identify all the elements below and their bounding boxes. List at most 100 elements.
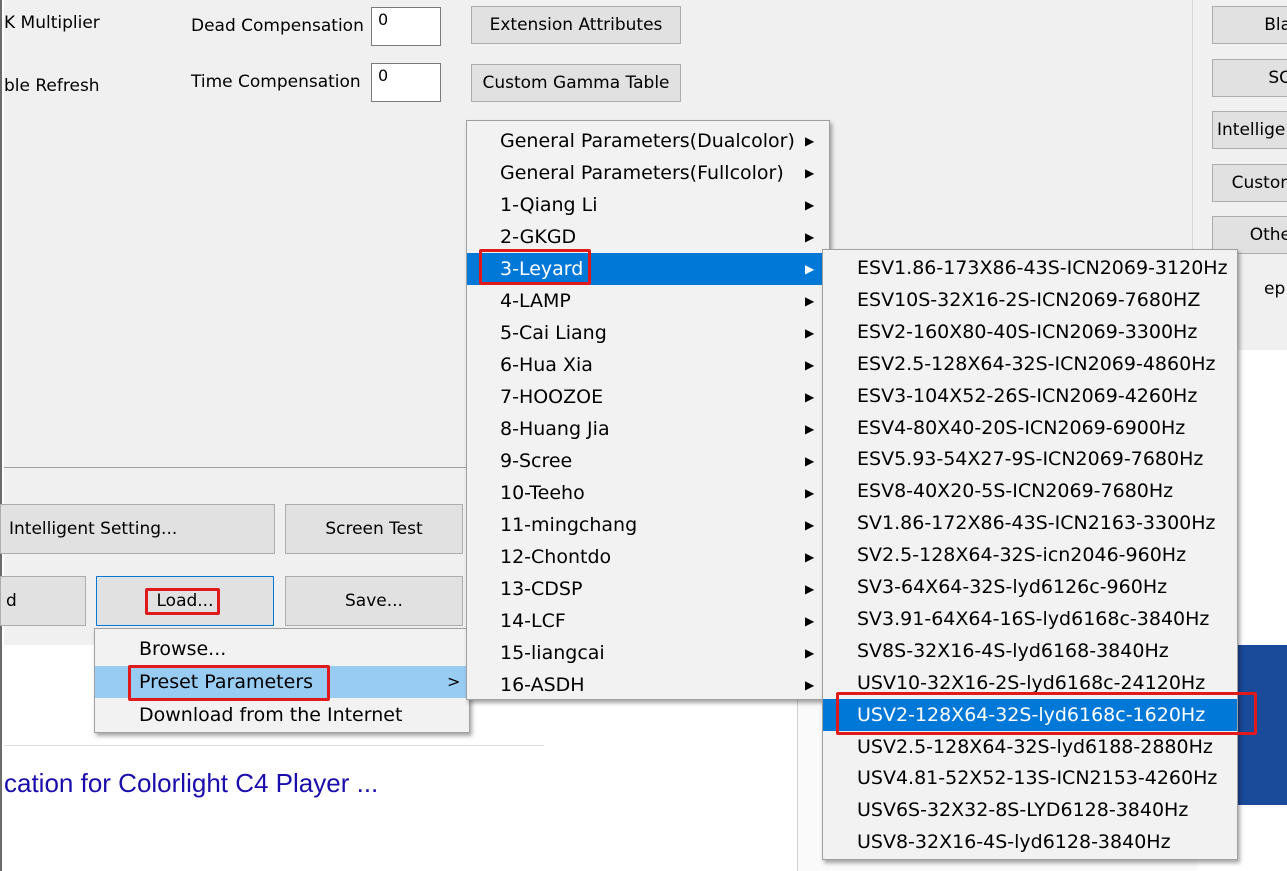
- preset-menu-item[interactable]: 16-ASDH ▶: [467, 669, 829, 701]
- submenu-arrow-icon: ▶: [805, 326, 815, 340]
- custom-gamma-table-button[interactable]: Custom Gamma Table: [471, 64, 681, 102]
- menu-item-label: ESV2.5-128X64-32S-ICN2069-4860Hz: [857, 352, 1216, 375]
- preset-menu-item[interactable]: 2-GKGD ▶: [467, 221, 829, 253]
- preset-parameters-menu: General Parameters(Dualcolor) ▶ General Pa…: [466, 120, 830, 700]
- menu-item-label: USV8-32X16-4S-lyd6128-3840Hz: [857, 831, 1171, 854]
- submenu-arrow-icon: ▶: [805, 198, 815, 212]
- time-compensation-input[interactable]: 0: [371, 63, 441, 102]
- leyard-menu-item[interactable]: ESV1.86-173X86-43S-ICN2069-3120Hz: [823, 252, 1237, 284]
- menu-item-label: 3-Leyard: [500, 258, 584, 280]
- refresh-label: ble Refresh: [4, 76, 100, 96]
- preset-menu-item[interactable]: 11-mingchang ▶: [467, 509, 829, 541]
- preset-menu-item[interactable]: 6-Hua Xia ▶: [467, 349, 829, 381]
- menu-item-label: Download from the Internet: [139, 704, 403, 726]
- preset-menu-item[interactable]: 1-Qiang Li ▶: [467, 189, 829, 221]
- preset-menu-item[interactable]: 4-LAMP ▶: [467, 285, 829, 317]
- menu-item-label: 2-GKGD: [500, 226, 577, 248]
- menu-item-label: ESV3-104X52-26S-ICN2069-4260Hz: [857, 384, 1198, 407]
- submenu-arrow-icon: ▶: [805, 614, 815, 628]
- chevron-right-icon: >: [447, 672, 461, 691]
- submenu-arrow-icon: ▶: [805, 550, 815, 564]
- menu-item-label: 10-Teeho: [500, 482, 585, 504]
- preset-menu-item[interactable]: 10-Teeho ▶: [467, 477, 829, 509]
- leyard-menu-item[interactable]: ESV5.93-54X27-9S-ICN2069-7680Hz: [823, 443, 1237, 475]
- right-button-custom[interactable]: Custon: [1212, 164, 1287, 202]
- menu-item-preset-parameters[interactable]: Preset Parameters >: [95, 666, 469, 698]
- leyard-submenu: ESV1.86-173X86-43S-ICN2069-3120Hz ESV10S-…: [822, 249, 1238, 860]
- menu-item-label: General Parameters(Fullcolor): [500, 162, 784, 184]
- menu-item-label: 1-Qiang Li: [500, 194, 598, 216]
- menu-item-label: SV3-64X64-32S-lyd6126c-960Hz: [857, 576, 1168, 598]
- leyard-menu-item[interactable]: SV8S-32X16-4S-lyd6168-3840Hz: [823, 635, 1237, 667]
- submenu-arrow-icon: ▶: [805, 486, 815, 500]
- menu-item-label: SV8S-32X16-4S-lyd6168-3840Hz: [857, 639, 1169, 662]
- leyard-menu-item[interactable]: ESV3-104X52-26S-ICN2069-4260Hz: [823, 380, 1237, 412]
- menu-item-label: 8-Huang Jia: [500, 418, 610, 440]
- submenu-arrow-icon: ▶: [805, 454, 815, 468]
- load-menu: Browse... Preset Parameters > Download f…: [94, 628, 470, 733]
- right-button-1[interactable]: Bla: [1212, 6, 1287, 44]
- menu-item-label: ESV8-40X20-5S-ICN2069-7680Hz: [857, 480, 1174, 503]
- screen-test-button[interactable]: Screen Test: [285, 504, 463, 554]
- menu-item-label: SV1.86-172X86-43S-ICN2163-3300Hz: [857, 512, 1216, 535]
- leyard-menu-item[interactable]: USV8-32X16-4S-lyd6128-3840Hz: [823, 826, 1237, 858]
- preset-menu-item[interactable]: 14-LCF ▶: [467, 605, 829, 637]
- submenu-arrow-icon: ▶: [805, 646, 815, 660]
- right-button-2[interactable]: SC: [1212, 59, 1287, 97]
- leyard-menu-item[interactable]: USV2.5-128X64-32S-lyd6188-2880Hz: [823, 731, 1237, 763]
- preset-menu-item[interactable]: 15-liangcai ▶: [467, 637, 829, 669]
- submenu-arrow-icon: ▶: [805, 582, 815, 596]
- menu-item-label: 16-ASDH: [500, 674, 585, 696]
- dead-compensation-label: Dead Compensation: [191, 16, 364, 36]
- extension-attributes-button[interactable]: Extension Attributes: [471, 6, 681, 44]
- leyard-menu-item[interactable]: ESV2-160X80-40S-ICN2069-3300Hz: [823, 316, 1237, 348]
- menu-item-label: Browse...: [139, 638, 227, 660]
- menu-item-label: ESV4-80X40-20S-ICN2069-6900Hz: [857, 416, 1186, 439]
- menu-item-label: USV6S-32X32-8S-LYD6128-3840Hz: [857, 799, 1189, 822]
- leyard-menu-item[interactable]: ESV4-80X40-20S-ICN2069-6900Hz: [823, 412, 1237, 444]
- menu-item-label: 9-Scree: [500, 450, 573, 472]
- leyard-menu-item[interactable]: SV3-64X64-32S-lyd6126c-960Hz: [823, 571, 1237, 603]
- leyard-menu-item[interactable]: ESV10S-32X16-2S-ICN2069-7680HZ: [823, 284, 1237, 316]
- load-button[interactable]: Load...: [96, 576, 274, 626]
- preset-menu-item[interactable]: 13-CDSP ▶: [467, 573, 829, 605]
- preset-menu-item[interactable]: 3-Leyard ▶: [467, 253, 829, 285]
- preset-menu-item[interactable]: 8-Huang Jia ▶: [467, 413, 829, 445]
- menu-item-label: 6-Hua Xia: [500, 354, 593, 376]
- leyard-menu-item[interactable]: USV10-32X16-2S-lyd6168c-24120Hz: [823, 667, 1237, 699]
- leyard-menu-item[interactable]: ESV2.5-128X64-32S-ICN2069-4860Hz: [823, 348, 1237, 380]
- submenu-arrow-icon: ▶: [805, 262, 815, 276]
- menu-item-label: USV10-32X16-2S-lyd6168c-24120Hz: [857, 671, 1206, 694]
- leyard-menu-item[interactable]: USV4.81-52X52-13S-ICN2153-4260Hz: [823, 762, 1237, 794]
- submenu-arrow-icon: ▶: [805, 358, 815, 372]
- intelligent-setting-button[interactable]: Intelligent Setting...: [0, 504, 275, 554]
- dead-compensation-input[interactable]: 0: [371, 7, 441, 46]
- leyard-menu-item[interactable]: ESV8-40X20-5S-ICN2069-7680Hz: [823, 475, 1237, 507]
- save-button[interactable]: Save...: [285, 576, 463, 626]
- time-compensation-label: Time Compensation: [191, 72, 361, 92]
- leyard-menu-item[interactable]: SV2.5-128X64-32S-icn2046-960Hz: [823, 539, 1237, 571]
- leyard-menu-item[interactable]: SV3.91-64X64-16S-lyd6168c-3840Hz: [823, 603, 1237, 635]
- submenu-arrow-icon: ▶: [805, 166, 815, 180]
- multiplier-label: K Multiplier: [4, 13, 100, 33]
- menu-item-label: ESV1.86-173X86-43S-ICN2069-3120Hz: [857, 257, 1228, 279]
- menu-item-label: 15-liangcai: [500, 642, 605, 664]
- leyard-menu-item[interactable]: USV6S-32X32-8S-LYD6128-3840Hz: [823, 794, 1237, 826]
- group-separator: [4, 467, 469, 468]
- leyard-menu-item[interactable]: SV1.86-172X86-43S-ICN2163-3300Hz: [823, 507, 1237, 539]
- submenu-arrow-icon: ▶: [805, 518, 815, 532]
- preset-menu-item[interactable]: General Parameters(Dualcolor) ▶: [467, 125, 829, 157]
- preset-menu-item[interactable]: 9-Scree ▶: [467, 445, 829, 477]
- preset-menu-item[interactable]: 12-Chontdo ▶: [467, 541, 829, 573]
- preset-menu-item[interactable]: 5-Cai Liang ▶: [467, 317, 829, 349]
- submenu-arrow-icon: ▶: [805, 422, 815, 436]
- read-button[interactable]: d: [0, 576, 86, 626]
- menu-item-browse[interactable]: Browse...: [95, 633, 469, 665]
- right-button-intelligent[interactable]: Intellige: [1212, 111, 1287, 149]
- leyard-menu-item[interactable]: USV2-128X64-32S-lyd6168c-1620Hz: [823, 698, 1237, 731]
- menu-item-label: SV3.91-64X64-16S-lyd6168c-3840Hz: [857, 607, 1210, 630]
- preset-menu-item[interactable]: 7-HOOZOE ▶: [467, 381, 829, 413]
- menu-item-download[interactable]: Download from the Internet: [95, 699, 469, 731]
- preset-menu-item[interactable]: General Parameters(Fullcolor) ▶: [467, 157, 829, 189]
- background-link[interactable]: cation for Colorlight C4 Player ...: [4, 768, 378, 799]
